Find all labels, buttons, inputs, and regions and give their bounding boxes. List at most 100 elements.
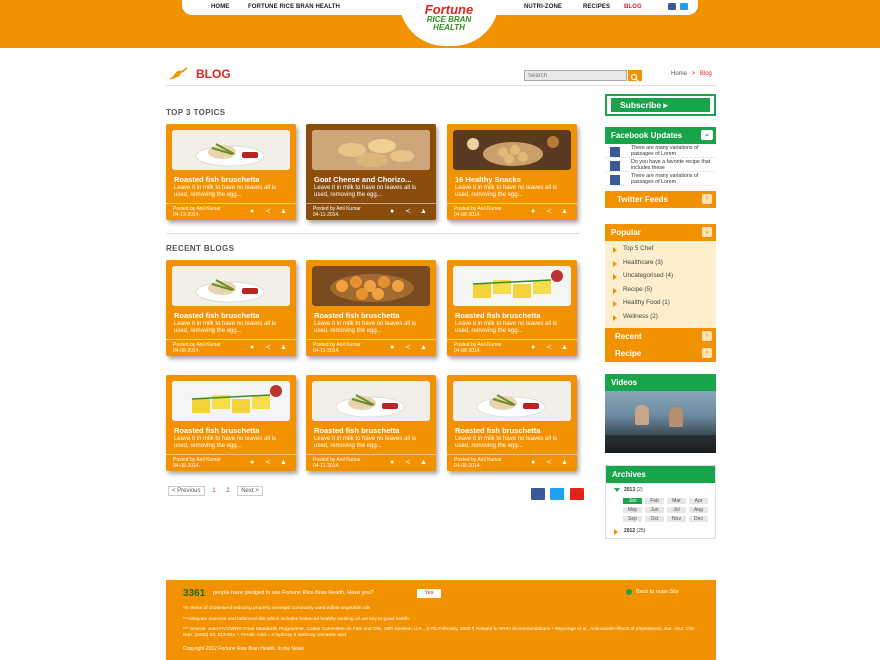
facebook-icon[interactable]	[668, 3, 676, 10]
blog-card-title[interactable]: Roasted fish bruschetta	[314, 311, 399, 320]
previous-page-button[interactable]: < Previous	[168, 486, 205, 496]
twitter-feeds-button[interactable]: Twitter Feeds ›	[605, 191, 716, 208]
like-icon[interactable]: ▲	[280, 208, 287, 215]
comment-icon[interactable]: ●	[390, 344, 397, 351]
blog-card-image[interactable]	[453, 381, 571, 421]
share-icon[interactable]: ≺	[546, 459, 553, 466]
blog-card-title[interactable]: Roasted fish bruschetta	[174, 311, 259, 320]
chevron-down-icon[interactable]: ⌄	[702, 227, 712, 237]
chevron-down-icon[interactable]: ⌄	[701, 130, 713, 140]
popular-item[interactable]: Uncategorised (4)	[605, 272, 716, 286]
search-input[interactable]	[524, 70, 627, 81]
like-icon[interactable]: ▲	[420, 344, 427, 351]
archive-month[interactable]: Jul	[667, 507, 686, 513]
archive-month[interactable]: Jan	[623, 498, 642, 504]
twitter-icon[interactable]	[680, 3, 688, 10]
blog-card[interactable]: Roasted fish bruschetta Leave it in milk …	[447, 375, 577, 471]
archive-month[interactable]: May	[623, 507, 642, 513]
youtube-icon[interactable]	[569, 488, 584, 500]
popular-item[interactable]: Recipe (5)	[605, 286, 716, 300]
nav-nutri-zone[interactable]: NUTRI-ZONE	[524, 4, 562, 10]
blog-card-image[interactable]	[172, 381, 290, 421]
next-page-button[interactable]: Next >	[237, 486, 263, 496]
nav-home[interactable]: HOME	[211, 4, 229, 10]
blog-card-image[interactable]	[453, 266, 571, 306]
blog-card-title[interactable]: Roasted fish bruschetta	[455, 426, 540, 435]
nav-fortune-rice-bran-health[interactable]: FORTUNE RICE BRAN HEALTH	[248, 4, 340, 10]
twitter-share-icon[interactable]	[550, 488, 565, 500]
like-icon[interactable]: ▲	[420, 208, 427, 215]
comment-icon[interactable]: ●	[390, 459, 397, 466]
blog-card[interactable]: Roasted fish bruschetta Leave it in milk …	[166, 260, 296, 356]
blog-card-title[interactable]: Roasted fish bruschetta	[174, 426, 259, 435]
blog-card-title[interactable]: Goat Cheese and Chorizo...	[314, 175, 412, 184]
share-icon[interactable]: ≺	[405, 459, 412, 466]
blog-card-image[interactable]	[172, 266, 290, 306]
blog-card-title[interactable]: Roasted fish bruschetta	[455, 311, 540, 320]
blog-card[interactable]: 16 Healthy Snacks Leave it in milk to hav…	[447, 124, 577, 220]
blog-card-image[interactable]	[312, 381, 430, 421]
comment-icon[interactable]: ●	[250, 208, 257, 215]
facebook-update-item[interactable]: There are many variations of passages of…	[605, 144, 716, 158]
share-icon[interactable]: ≺	[405, 208, 412, 215]
like-icon[interactable]: ▲	[280, 459, 287, 466]
like-icon[interactable]: ▲	[561, 459, 568, 466]
share-icon[interactable]: ≺	[265, 344, 272, 351]
archive-month[interactable]: Dec	[689, 516, 708, 522]
blog-card[interactable]: Roasted fish bruschetta Leave it in milk …	[306, 375, 436, 471]
back-to-main-site-link[interactable]: Back to main Site	[626, 589, 679, 595]
share-icon[interactable]: ≺	[265, 459, 272, 466]
blog-card[interactable]: Roasted fish bruschetta Leave it in milk …	[447, 260, 577, 356]
breadcrumb-home[interactable]: Home	[671, 71, 687, 77]
archive-month[interactable]: Oct	[645, 516, 664, 522]
page-1-link[interactable]: 1	[209, 487, 218, 495]
share-icon[interactable]: ≺	[265, 208, 272, 215]
popular-item[interactable]: Top 5 Chef	[605, 245, 716, 259]
blog-card[interactable]: Roasted fish bruschetta Leave it in milk …	[166, 375, 296, 471]
page-2-link[interactable]: 2	[223, 487, 232, 495]
archive-month[interactable]: Aug	[689, 507, 708, 513]
archive-month[interactable]: Jun	[645, 507, 664, 513]
comment-icon[interactable]: ●	[531, 344, 538, 351]
like-icon[interactable]: ▲	[561, 344, 568, 351]
share-icon[interactable]: ≺	[405, 344, 412, 351]
archive-month[interactable]: Sep	[623, 516, 642, 522]
pledge-yes-button[interactable]: Yes	[417, 589, 441, 598]
search-button[interactable]	[628, 70, 642, 82]
blog-card[interactable]: Roasted fish bruschetta Leave it in milk …	[166, 124, 296, 220]
blog-card[interactable]: Roasted fish bruschetta Leave it in milk …	[306, 260, 436, 356]
blog-card-image[interactable]	[312, 266, 430, 306]
blog-card-title[interactable]: Roasted fish bruschetta	[314, 426, 399, 435]
blog-card-title[interactable]: 16 Healthy Snacks	[455, 175, 521, 184]
nav-recipes[interactable]: RECIPES	[583, 4, 610, 10]
comment-icon[interactable]: ●	[250, 344, 257, 351]
like-icon[interactable]: ▲	[561, 208, 568, 215]
share-icon[interactable]: ≺	[546, 344, 553, 351]
facebook-update-item[interactable]: There are many variations of passages of…	[605, 172, 716, 186]
archive-month[interactable]: Mar	[667, 498, 686, 504]
blog-card-title[interactable]: Roasted fish bruschetta	[174, 175, 259, 184]
facebook-updates-header[interactable]: Facebook Updates ⌄	[605, 127, 716, 144]
archive-month[interactable]: Apr	[689, 498, 708, 504]
comment-icon[interactable]: ●	[531, 459, 538, 466]
archive-month[interactable]: Nov	[667, 516, 686, 522]
video-thumbnail[interactable]	[605, 391, 716, 453]
blog-card-image[interactable]	[172, 130, 290, 170]
blog-card[interactable]: Goat Cheese and Chorizo... Leave it in mi…	[306, 124, 436, 220]
comment-icon[interactable]: ●	[531, 208, 538, 215]
recipe-button[interactable]: Recipe ›	[605, 345, 716, 362]
popular-item[interactable]: Healthcare (3)	[605, 259, 716, 273]
popular-item[interactable]: Healthy Food (1)	[605, 299, 716, 313]
popular-item[interactable]: Wellness (2)	[605, 313, 716, 327]
subscribe-button[interactable]: Subscribe ▸	[605, 94, 716, 116]
like-icon[interactable]: ▲	[420, 459, 427, 466]
facebook-update-item[interactable]: Do you have a favorite recipe that inclu…	[605, 158, 716, 172]
facebook-share-icon[interactable]	[531, 488, 545, 500]
recent-button[interactable]: Recent ›	[605, 328, 716, 345]
blog-card-image[interactable]	[453, 130, 571, 170]
like-icon[interactable]: ▲	[280, 344, 287, 351]
archive-month[interactable]: Feb	[645, 498, 664, 504]
blog-card-image[interactable]	[312, 130, 430, 170]
share-icon[interactable]: ≺	[546, 208, 553, 215]
comment-icon[interactable]: ●	[250, 459, 257, 466]
